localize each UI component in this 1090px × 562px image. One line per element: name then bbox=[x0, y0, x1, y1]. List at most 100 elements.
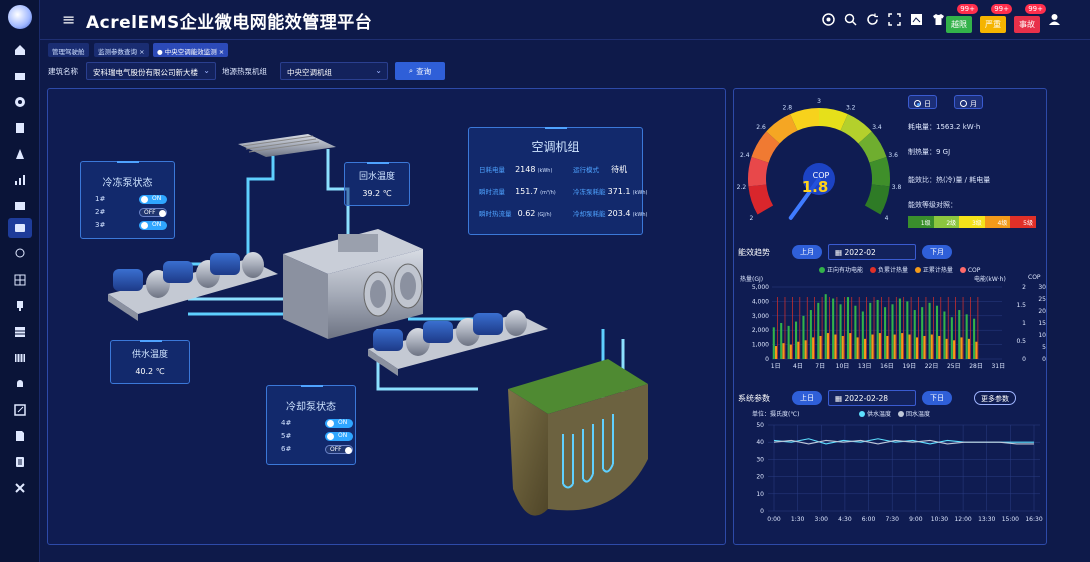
efficiency-panel: 2 2.2 2.4 2.6 2.8 3 3.2 3.4 3.6 3.8 4 COP 1.8 日 月 耗电… bbox=[733, 88, 1047, 545]
legend-dot bbox=[914, 267, 921, 273]
source-select[interactable]: 中央空调机组 ⌄ bbox=[280, 62, 388, 80]
month-picker[interactable]: ▦ 2022-02 bbox=[828, 244, 916, 260]
cold-pump-energy-label: 冷冻泵耗能 bbox=[573, 188, 606, 196]
day-picker[interactable]: ▦ 2022-02-28 bbox=[828, 390, 916, 406]
gauge-segment bbox=[766, 114, 798, 144]
pump-4-toggle[interactable]: ON bbox=[325, 419, 353, 428]
edit-icon[interactable] bbox=[8, 400, 32, 420]
plug-icon[interactable] bbox=[8, 296, 32, 316]
tools-icon[interactable] bbox=[8, 478, 32, 498]
building-icon[interactable] bbox=[8, 118, 32, 138]
pump-5-state: ON bbox=[338, 432, 348, 439]
doc-icon[interactable] bbox=[8, 426, 32, 446]
building-select[interactable]: 安科瑞电气股份有限公司新大楼 ⌄ bbox=[86, 62, 216, 80]
pump-2-toggle[interactable]: OFF bbox=[139, 208, 167, 217]
more-params-button[interactable]: 更多参数 bbox=[974, 391, 1016, 405]
tower-icon[interactable] bbox=[8, 144, 32, 164]
bar-chart-icon[interactable] bbox=[8, 170, 32, 190]
pump-3-toggle[interactable]: ON bbox=[139, 221, 167, 230]
y-tick-cop: 5 bbox=[1042, 344, 1046, 351]
gauge-segment bbox=[840, 114, 872, 144]
month-picker-value: 2022-02 bbox=[844, 248, 876, 257]
pump-5-toggle[interactable]: ON bbox=[325, 432, 353, 441]
x-tick: 22日 bbox=[925, 363, 939, 370]
screen-icon[interactable] bbox=[908, 11, 924, 27]
server-icon[interactable] bbox=[8, 348, 32, 368]
radio-selected-icon bbox=[914, 100, 921, 107]
report-icon[interactable] bbox=[8, 196, 32, 216]
card-accent bbox=[367, 162, 389, 164]
tab-hvac-monitor[interactable]: ● 中央空调能效监测 × bbox=[153, 43, 229, 57]
table-icon[interactable] bbox=[8, 322, 32, 342]
grid-icon[interactable] bbox=[8, 270, 32, 290]
gear-icon[interactable] bbox=[8, 92, 32, 112]
pump-6-toggle[interactable]: OFF bbox=[325, 445, 353, 454]
fullscreen-icon[interactable] bbox=[886, 11, 902, 27]
prev-month-button[interactable]: 上月 bbox=[792, 245, 822, 259]
bar-power bbox=[846, 297, 850, 359]
monitor-icon[interactable] bbox=[8, 66, 32, 86]
flow-value: 151.7 bbox=[515, 187, 538, 196]
tab-dashboard[interactable]: 管理驾驶舱 bbox=[48, 43, 89, 57]
alarm-badge-severe[interactable]: 严重 99+ bbox=[980, 4, 1012, 33]
day-radio-label: 日 bbox=[924, 100, 931, 108]
day-radio-button[interactable]: 日 bbox=[908, 95, 937, 109]
flow-row: 瞬时流量 151.7 (m³/h) bbox=[479, 186, 556, 196]
x-tick: 28日 bbox=[969, 363, 983, 370]
toggle-knob bbox=[141, 222, 148, 229]
daily-power-label: 日耗电量 bbox=[479, 166, 505, 174]
bulb-icon[interactable] bbox=[8, 244, 32, 264]
alarm-badge-accident[interactable]: 事故 99+ bbox=[1014, 4, 1046, 33]
gauge-segment bbox=[748, 157, 769, 187]
search-icon[interactable] bbox=[842, 11, 858, 27]
file-icon[interactable] bbox=[8, 452, 32, 472]
toggle-knob bbox=[159, 210, 166, 217]
refresh-icon[interactable] bbox=[864, 11, 880, 27]
supply-temp-title: 供水温度 bbox=[131, 350, 168, 360]
x-tick: 1日 bbox=[771, 363, 781, 370]
y-tick: 30 bbox=[756, 456, 764, 463]
query-label: 查询 bbox=[416, 66, 432, 76]
home-icon[interactable] bbox=[8, 40, 32, 60]
y-tick: 10 bbox=[756, 491, 764, 498]
y-tick-cop: 25 bbox=[1038, 296, 1046, 303]
tab-param-query[interactable]: 监测参数查询 × bbox=[94, 43, 149, 57]
bar-heat bbox=[819, 335, 822, 359]
gauge-segment bbox=[751, 131, 780, 164]
month-radio-button[interactable]: 月 bbox=[954, 95, 983, 109]
condenser-unit bbox=[238, 134, 336, 157]
bar-power bbox=[913, 310, 916, 359]
y-tick-cop: 15 bbox=[1038, 320, 1046, 327]
supply-temp-card: 供水温度 40.2 ℃ bbox=[110, 340, 190, 384]
user-icon[interactable] bbox=[1046, 11, 1062, 27]
toggle-knob bbox=[327, 433, 334, 440]
card-accent bbox=[140, 340, 162, 342]
alarm-icon[interactable] bbox=[8, 374, 32, 394]
cooling-pump-card: 冷却泵状态 4# ON 5# ON 6# OFF bbox=[266, 385, 356, 465]
alarm-badge-limit[interactable]: 越限 99+ bbox=[946, 4, 978, 33]
query-button[interactable]: ⌕ 查询 bbox=[395, 62, 445, 80]
next-month-button[interactable]: 下月 bbox=[922, 245, 952, 259]
y-tick-left: 0 bbox=[765, 356, 769, 363]
prev-day-button[interactable]: 上日 bbox=[792, 391, 822, 405]
bar-heat bbox=[774, 346, 778, 359]
bar-power bbox=[928, 302, 931, 359]
target-icon[interactable] bbox=[820, 11, 836, 27]
menu-icon[interactable]: ≡ bbox=[62, 10, 75, 29]
tab-bar: 管理驾驶舱 监测参数查询 × ● 中央空调能效监测 × bbox=[40, 40, 1090, 60]
pump-1-toggle[interactable]: ON bbox=[139, 195, 167, 204]
bar-heat bbox=[804, 340, 807, 359]
bar-power bbox=[795, 321, 798, 359]
air-unit-card: 空调机组 日耗电量 2148 (kWh) 运行模式 待机 瞬时流量 151.7 … bbox=[468, 127, 647, 235]
badge-severe-count: 99+ bbox=[991, 4, 1012, 14]
gauge-tick-label: 3 bbox=[817, 98, 821, 105]
next-day-button[interactable]: 下日 bbox=[922, 391, 952, 405]
shirt-icon[interactable] bbox=[930, 11, 946, 27]
x-tick: 25日 bbox=[947, 363, 961, 370]
badge-limit-count: 99+ bbox=[957, 4, 978, 14]
y-tick-left: 2,000 bbox=[752, 327, 769, 334]
pump-2-row: 2# OFF bbox=[95, 208, 167, 217]
hvac-icon[interactable] bbox=[8, 218, 32, 238]
bar-power bbox=[861, 311, 864, 359]
legend-return: 回水温度 bbox=[905, 411, 930, 418]
